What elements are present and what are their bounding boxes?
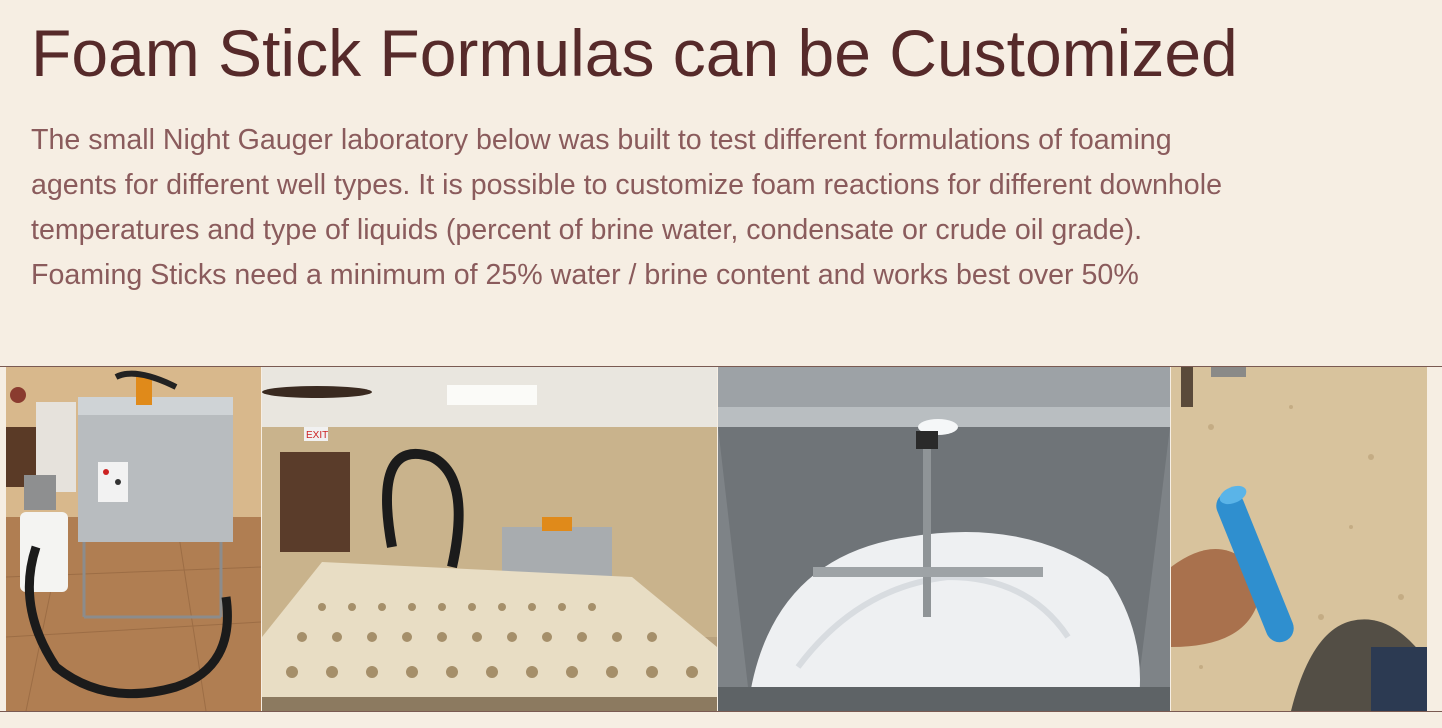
page-title: Foam Stick Formulas can be Customized — [31, 16, 1238, 90]
paragraph-line: The small Night Gauger laboratory below … — [31, 124, 1172, 156]
paragraph-line: agents for different well types. It is p… — [31, 169, 1222, 201]
paragraph-line: temperatures and type of liquids (percen… — [31, 214, 1143, 246]
mixer-machine-photo — [6, 367, 261, 711]
exit-sign: EXIT — [306, 430, 328, 441]
description-paragraph: The small Night Gauger laboratory below … — [31, 118, 1436, 298]
mixing-tank-photo — [718, 367, 1170, 711]
lab-room-photo: EXIT — [262, 367, 717, 711]
paragraph-line: Foaming Sticks need a minimum of 25% wat… — [31, 259, 1139, 291]
foam-stick-photo — [1171, 367, 1427, 711]
photo-strip: EXIT — [0, 366, 1442, 712]
